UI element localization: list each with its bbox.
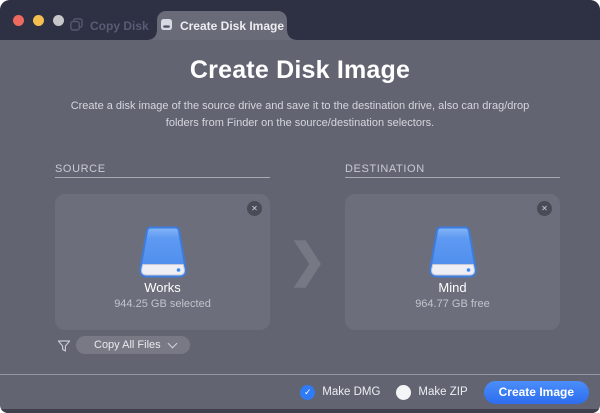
- titlebar: Copy Disk Create Disk Image: [0, 0, 600, 40]
- page-description: Create a disk image of the source drive …: [68, 98, 532, 131]
- filter-funnel-icon: [57, 339, 71, 358]
- create-image-button[interactable]: Create Image: [484, 381, 589, 404]
- destination-section-label: DESTINATION: [345, 163, 425, 175]
- destination-drive-icon: [424, 226, 482, 283]
- destination-drive-selector[interactable]: ✕ Mind 964.77 GB free: [345, 194, 560, 330]
- traffic-lights: [13, 15, 64, 26]
- destination-clear-icon[interactable]: ✕: [537, 201, 552, 216]
- source-drive-selector[interactable]: ✕ Works 944.25 GB selected: [55, 194, 270, 330]
- copy-filter-dropdown[interactable]: Copy All Files: [76, 336, 190, 354]
- destination-drive-name: Mind: [345, 280, 560, 295]
- make-dmg-label: Make DMG: [322, 386, 380, 398]
- minimize-window-button[interactable]: [33, 15, 44, 26]
- window-bottom-edge: [0, 409, 600, 413]
- source-drive-info: 944.25 GB selected: [55, 298, 270, 310]
- checkmark-icon[interactable]: ✓: [300, 385, 315, 400]
- tab-copy-disk[interactable]: Copy Disk: [70, 12, 149, 40]
- app-window: Copy Disk Create Disk Image Create Disk …: [0, 0, 600, 413]
- footer-bar: ✓ Make DMG Make ZIP Create Image: [300, 375, 589, 409]
- zoom-window-button: [53, 15, 64, 26]
- tab-copy-disk-label: Copy Disk: [90, 19, 149, 33]
- source-section-rule: [55, 177, 270, 178]
- tab-create-disk-image[interactable]: Create Disk Image: [157, 11, 287, 40]
- source-section-label: SOURCE: [55, 163, 106, 175]
- copy-disk-icon: [70, 18, 83, 34]
- tab-create-disk-image-label: Create Disk Image: [180, 19, 284, 33]
- source-clear-icon[interactable]: ✕: [247, 201, 262, 216]
- destination-section-rule: [345, 177, 560, 178]
- page-title: Create Disk Image: [0, 56, 600, 85]
- make-zip-label: Make ZIP: [418, 386, 467, 398]
- source-drive-name: Works: [55, 280, 270, 295]
- make-zip-checkbox[interactable]: Make ZIP: [396, 385, 467, 400]
- close-window-button[interactable]: [13, 15, 24, 26]
- source-drive-icon: [134, 226, 192, 283]
- make-dmg-checkbox[interactable]: ✓ Make DMG: [300, 385, 380, 400]
- copy-filter-selected-value: Copy All Files: [76, 339, 169, 351]
- chevron-down-icon: [168, 338, 178, 348]
- destination-drive-info: 964.77 GB free: [345, 298, 560, 310]
- disk-image-icon: [160, 18, 173, 34]
- source-to-destination-chevron-icon: ❯: [288, 237, 327, 283]
- empty-circle-icon[interactable]: [396, 385, 411, 400]
